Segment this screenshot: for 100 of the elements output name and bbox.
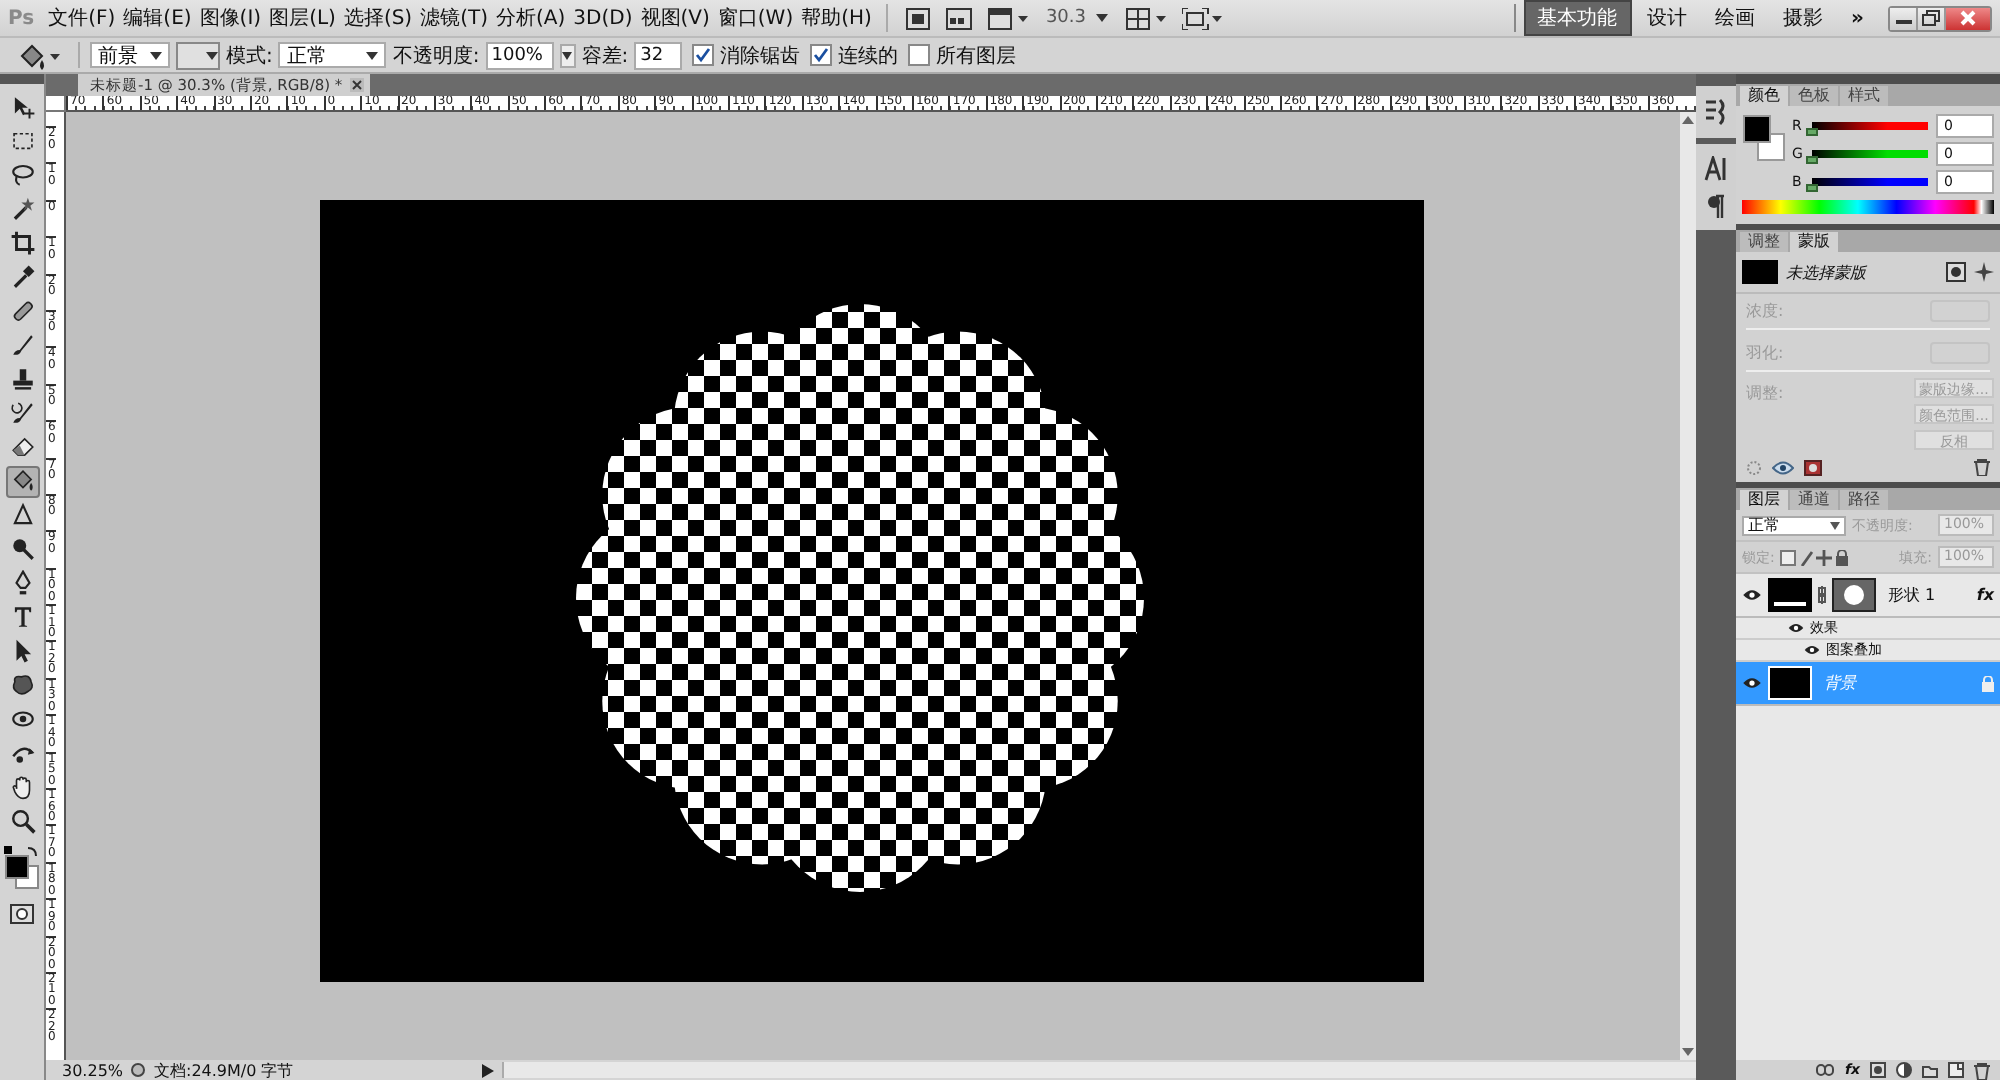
eye-icon[interactable] xyxy=(1788,622,1804,634)
menu-item[interactable]: 视图(V) xyxy=(638,4,712,32)
panel-tab[interactable]: 通道 xyxy=(1790,490,1838,510)
foreground-background-swatch[interactable] xyxy=(1742,114,1786,162)
mask-icon[interactable] xyxy=(1804,459,1822,475)
history-brush-icon xyxy=(9,400,35,426)
panel-tab[interactable]: 蒙版 xyxy=(1790,232,1838,252)
checkbox-label: 所有图层 xyxy=(936,43,1017,69)
close-button[interactable] xyxy=(1946,7,1990,29)
restore-icon xyxy=(1922,10,1940,26)
slider-thumb[interactable] xyxy=(1806,183,1818,191)
type-panel-icon[interactable] xyxy=(1703,156,1729,182)
mode-dropdown[interactable]: 正常 xyxy=(278,42,387,68)
layer-row[interactable]: 形状 1 fx xyxy=(1736,574,2000,618)
checkmark-icon xyxy=(812,46,831,64)
pixel-mask-icon[interactable] xyxy=(1946,262,1966,282)
mask-icon[interactable] xyxy=(1870,1062,1886,1078)
link-icon[interactable] xyxy=(1818,586,1826,604)
more-workspaces-button[interactable]: » xyxy=(1839,5,1876,31)
panel-tab[interactable]: 色板 xyxy=(1790,86,1838,106)
workspace-button[interactable]: 摄影 xyxy=(1771,2,1836,34)
workspace-button[interactable]: 绘画 xyxy=(1703,2,1768,34)
checkbox[interactable] xyxy=(692,44,715,66)
trash-icon[interactable] xyxy=(1974,1061,1990,1079)
zoom-level[interactable]: 30.25% xyxy=(62,1061,122,1079)
caret-icon xyxy=(562,51,573,59)
effects-badge[interactable]: fx xyxy=(1976,586,1994,604)
status-menu-icon[interactable] xyxy=(482,1063,494,1077)
slider-thumb[interactable] xyxy=(1806,127,1818,135)
checkbox-label: 消除锯齿 xyxy=(720,43,801,69)
menu-item[interactable]: 分析(A) xyxy=(494,4,568,32)
checkbox[interactable] xyxy=(908,44,931,66)
new-layer-icon[interactable] xyxy=(1948,1062,1964,1078)
eye-icon[interactable] xyxy=(1804,644,1820,656)
opacity-slider-button[interactable] xyxy=(559,43,576,67)
menu-item[interactable]: 3D(D) xyxy=(571,7,635,29)
magic-wand-icon xyxy=(9,196,35,222)
horizontal-scrollbar[interactable] xyxy=(502,1062,1696,1078)
caret-icon xyxy=(150,51,162,59)
panel-tab[interactable]: 颜色 xyxy=(1740,86,1788,106)
menu-item[interactable]: 选择(S) xyxy=(341,4,415,32)
minimize-button[interactable] xyxy=(1890,7,1918,29)
mask-thumbnail xyxy=(1742,260,1778,284)
layer-name[interactable]: 形状 1 xyxy=(1888,584,1971,606)
fill-source-dropdown[interactable]: 前景 xyxy=(90,42,170,68)
eye-icon[interactable] xyxy=(1742,588,1762,602)
slider-thumb[interactable] xyxy=(1806,155,1818,163)
menu-item[interactable]: 滤镜(T) xyxy=(418,4,491,32)
ruler-corner[interactable] xyxy=(46,96,66,112)
toolbox-grip[interactable] xyxy=(0,74,44,84)
brush-icon xyxy=(9,332,35,358)
color-swatches-icon[interactable] xyxy=(2,846,42,894)
blend-mode-dropdown[interactable]: 正常 xyxy=(1742,515,1846,535)
workspace-button[interactable]: 设计 xyxy=(1635,2,1700,34)
trash-icon[interactable] xyxy=(1974,458,1990,476)
status-icon[interactable] xyxy=(130,1062,146,1078)
caret-icon xyxy=(1830,521,1840,529)
menu-item[interactable]: 帮助(H) xyxy=(799,4,874,32)
caret-icon xyxy=(366,51,379,59)
color-spectrum[interactable] xyxy=(1742,200,1994,214)
paint-bucket-tool[interactable] xyxy=(5,465,39,497)
paragraph-panel-icon[interactable] xyxy=(1708,194,1724,218)
shape-icon xyxy=(9,672,35,698)
panel-tab[interactable]: 调整 xyxy=(1740,232,1788,252)
menu-item[interactable]: 图层(L) xyxy=(267,4,338,32)
link-icon[interactable] xyxy=(1816,1064,1835,1076)
menu-item[interactable]: 图像(I) xyxy=(197,4,264,32)
app-logo: Ps xyxy=(8,7,35,29)
checkbox-label: 连续的 xyxy=(838,43,899,69)
mask-status-text: 未选择蒙版 xyxy=(1786,261,1869,283)
adjustment-icon[interactable] xyxy=(1896,1062,1912,1078)
zoom-dropdown[interactable]: 30.3 xyxy=(1037,8,1116,28)
close-icon[interactable] xyxy=(350,78,365,92)
opacity-field[interactable]: 100% xyxy=(485,41,554,69)
pattern-picker[interactable] xyxy=(176,41,220,69)
checkmark-icon xyxy=(694,46,713,64)
close-icon xyxy=(1960,10,1976,26)
checkbox[interactable] xyxy=(810,44,833,66)
menu-item[interactable]: 窗口(W) xyxy=(715,4,796,32)
workspace-button[interactable]: 基本功能 xyxy=(1523,0,1632,36)
tolerance-field[interactable]: 32 xyxy=(634,41,683,69)
eye-icon[interactable] xyxy=(1772,459,1794,475)
vector-mask-thumbnail xyxy=(1832,578,1876,612)
opacity-label: 不透明度: xyxy=(392,43,480,69)
menu-item[interactable]: 编辑(E) xyxy=(121,4,194,32)
vector-mask-icon[interactable] xyxy=(1974,262,1994,282)
menu-item[interactable]: 文件(F) xyxy=(46,4,118,32)
panel-tab[interactable]: 图层 xyxy=(1740,490,1788,510)
panel-tab[interactable]: 路径 xyxy=(1840,490,1888,510)
lasso-icon xyxy=(9,162,35,188)
panel-tab[interactable]: 样式 xyxy=(1840,86,1888,106)
eye-icon[interactable] xyxy=(1742,676,1762,690)
scroll-down-icon[interactable] xyxy=(1682,1048,1694,1056)
character-panel-icon[interactable] xyxy=(1704,98,1728,126)
restore-button[interactable] xyxy=(1918,7,1946,29)
lock-options-icon[interactable] xyxy=(1780,549,1849,565)
caret-icon xyxy=(1095,14,1108,22)
quick-mask-icon[interactable] xyxy=(10,904,34,924)
eyedropper-icon xyxy=(9,264,35,290)
scroll-up-icon[interactable] xyxy=(1682,116,1694,124)
